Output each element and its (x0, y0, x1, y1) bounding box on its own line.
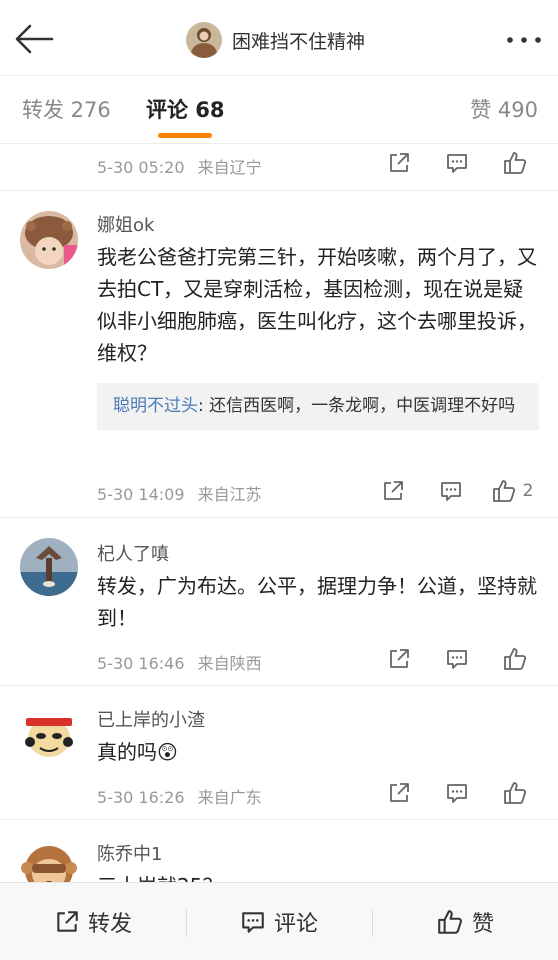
share-icon (57, 911, 78, 932)
like-button[interactable]: 2 (480, 476, 544, 506)
comment-item: 已上岸的小渣 真的吗😲 5-30 16:26 来自广东 (0, 686, 558, 820)
tab-bar: 转发 276 评论 68 赞 490 (0, 76, 558, 144)
comment-username[interactable]: 陈乔中1 (97, 840, 162, 866)
comment-date: 5-30 05:20 (97, 158, 185, 177)
comment-item: 5-30 05:20 来自辽宁 (0, 144, 558, 191)
like-icon[interactable] (486, 778, 544, 808)
tab-comment[interactable]: 评论 68 (146, 94, 225, 124)
comment-username[interactable]: 娜姐ok (97, 211, 154, 237)
divider (186, 909, 187, 937)
comment-icon[interactable] (428, 148, 486, 178)
comment-label: 评论 (273, 912, 318, 937)
reply-text: : 还信西医啊，一条龙啊，中医调理不好吗 (198, 396, 516, 416)
comment-source: 来自辽宁 (197, 158, 262, 177)
active-tab-indicator (158, 133, 212, 138)
comment-text: 三十岁就25？ (97, 870, 542, 882)
avatar[interactable] (20, 704, 78, 762)
comment-date: 5-30 16:46 (97, 654, 185, 673)
like-count: 2 (522, 481, 534, 501)
like-icon[interactable] (486, 644, 544, 674)
back-arrow-icon[interactable] (12, 22, 56, 56)
share-icon[interactable] (370, 778, 428, 808)
author-avatar[interactable] (186, 22, 222, 58)
reply-preview[interactable]: 聪明不过头: 还信西医啊，一条龙啊，中医调理不好吗 (97, 383, 539, 430)
comment-item: 陈乔中1 三十岁就25？ (0, 820, 558, 882)
avatar[interactable] (20, 211, 78, 269)
like-button[interactable]: 赞 (372, 883, 558, 960)
more-dots-icon[interactable] (504, 30, 544, 50)
repost-button[interactable]: 转发 (0, 883, 186, 960)
comment-text: 转发，广为布达。公平，据理力争！公道，坚持就到！ (97, 574, 537, 630)
comment-meta: 5-30 05:20 来自辽宁 (97, 154, 270, 178)
share-icon[interactable] (364, 476, 422, 506)
comment-button[interactable]: 评论 (186, 883, 372, 960)
comment-text: 我老公爸爸打完第三针，开始咳嗽，两个月了，又去拍CT，又是穿刺活检，基因检测，现… (97, 245, 537, 365)
divider (372, 909, 373, 937)
comment-actions: 2 (364, 476, 544, 506)
comment-list: 5-30 05:20 来自辽宁 娜姐ok 我老公爸爸打完第三针，开始咳嗽，两个月… (0, 144, 558, 882)
share-icon[interactable] (370, 148, 428, 178)
repost-label: 转发 (87, 912, 132, 937)
comment-icon[interactable] (428, 644, 486, 674)
comment-actions (370, 148, 544, 178)
comment-source: 来自江苏 (197, 485, 262, 504)
comment-date: 5-30 16:26 (97, 788, 185, 807)
comment-meta: 5-30 16:26 来自广东 (97, 784, 270, 808)
share-icon[interactable] (370, 644, 428, 674)
comment-item: 娜姐ok 我老公爸爸打完第三针，开始咳嗽，两个月了，又去拍CT，又是穿刺活检，基… (0, 191, 558, 518)
comment-actions (370, 778, 544, 808)
comment-icon[interactable] (422, 476, 480, 506)
comment-username[interactable]: 已上岸的小渣 (97, 706, 205, 732)
bottom-action-bar: 转发 评论 赞 (0, 882, 558, 960)
tab-repost[interactable]: 转发 276 (22, 94, 111, 124)
post-author[interactable]: 困难挡不住精神 (186, 20, 365, 60)
reply-username[interactable]: 聪明不过头 (113, 396, 198, 416)
comment-text: 真的吗😲 (97, 740, 178, 764)
top-bar: 困难挡不住精神 (0, 0, 558, 76)
like-label: 赞 (471, 912, 494, 937)
avatar[interactable] (20, 838, 78, 882)
comment-username[interactable]: 杞人了嗔 (97, 540, 169, 566)
comment-date: 5-30 14:09 (97, 485, 185, 504)
comment-source: 来自陕西 (197, 654, 262, 673)
like-icon (492, 480, 515, 502)
comment-actions (370, 644, 544, 674)
comment-item: 杞人了嗔 转发，广为布达。公平，据理力争！公道，坚持就到！ 5-30 16:46… (0, 518, 558, 686)
page-title: 困难挡不住精神 (232, 30, 366, 53)
comment-source: 来自广东 (197, 788, 262, 807)
comment-meta: 5-30 14:09 来自江苏 (97, 481, 270, 505)
avatar[interactable] (20, 538, 78, 596)
like-icon (438, 910, 462, 934)
tab-like[interactable]: 赞 490 (470, 94, 538, 124)
comment-meta: 5-30 16:46 来自陕西 (97, 650, 270, 674)
like-icon[interactable] (486, 148, 544, 178)
comment-icon (242, 912, 264, 933)
comment-icon[interactable] (428, 778, 486, 808)
